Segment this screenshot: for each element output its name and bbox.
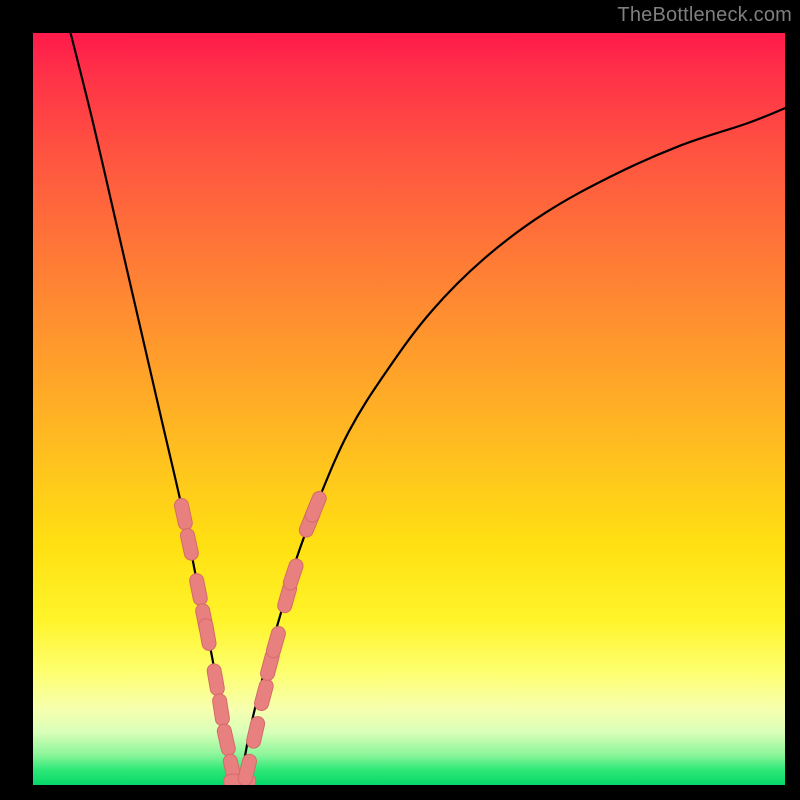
bottleneck-curve <box>71 33 785 785</box>
plot-area <box>33 33 785 785</box>
marker <box>262 686 267 703</box>
highlighted-points <box>181 498 319 781</box>
marker <box>290 566 296 583</box>
marker <box>245 761 249 778</box>
marker <box>181 505 185 523</box>
marker <box>285 588 290 605</box>
marker <box>214 671 217 689</box>
chart-stage: TheBottleneck.com <box>0 0 800 800</box>
marker <box>268 656 273 673</box>
marker <box>312 498 319 515</box>
marker <box>206 626 209 644</box>
marker <box>224 731 228 749</box>
watermark-text: TheBottleneck.com <box>617 4 792 27</box>
curve-layer <box>33 33 785 785</box>
marker <box>220 701 223 719</box>
marker <box>254 724 258 742</box>
marker <box>188 536 192 554</box>
marker <box>273 633 278 650</box>
marker <box>197 581 201 599</box>
